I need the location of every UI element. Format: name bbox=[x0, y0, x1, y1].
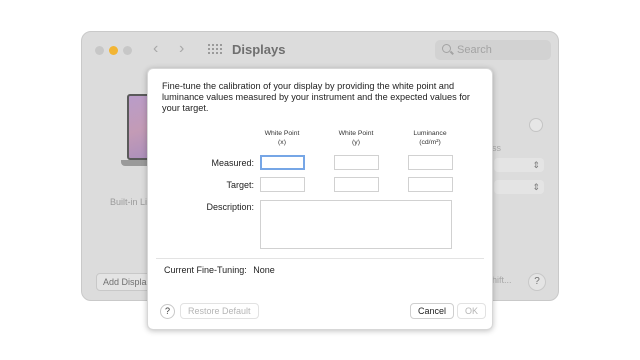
add-display-button[interactable]: Add Displa bbox=[96, 273, 154, 291]
partial-label: ss bbox=[492, 143, 501, 153]
search-placeholder: Search bbox=[457, 44, 492, 56]
window-title: Displays bbox=[232, 42, 286, 57]
target-white-point-x-field[interactable] bbox=[260, 177, 305, 192]
night-shift-button[interactable]: hift... bbox=[492, 275, 512, 285]
cancel-button[interactable]: Cancel bbox=[410, 303, 455, 319]
close-window-icon[interactable] bbox=[95, 46, 104, 55]
window-help-button[interactable]: ? bbox=[528, 273, 546, 291]
column-header-luminance: Luminance (cd/m²) bbox=[413, 130, 447, 146]
current-fine-tuning-value: None bbox=[253, 265, 275, 275]
current-fine-tuning: Current Fine-Tuning: None bbox=[164, 265, 275, 275]
intro-text: Fine-tune the calibration of your displa… bbox=[162, 81, 470, 113]
column-header-white-point-y: White Point (y) bbox=[338, 130, 374, 146]
target-white-point-y-field[interactable] bbox=[334, 177, 379, 192]
search-icon bbox=[442, 44, 451, 53]
measured-label: Measured: bbox=[211, 158, 254, 168]
back-arrow-icon[interactable]: ‹ bbox=[153, 40, 158, 58]
measured-white-point-y-field[interactable] bbox=[334, 155, 379, 170]
description-field[interactable] bbox=[260, 200, 452, 249]
divider bbox=[156, 258, 484, 259]
restore-default-button[interactable]: Restore Default bbox=[180, 303, 259, 319]
forward-arrow-icon[interactable]: › bbox=[179, 40, 184, 58]
resolution-popup[interactable]: ⇕ bbox=[494, 158, 544, 172]
minimize-window-icon[interactable] bbox=[109, 46, 118, 55]
show-all-grid-icon[interactable] bbox=[208, 44, 222, 54]
search-field[interactable]: Search bbox=[435, 40, 551, 60]
builtin-display-label: Built-in Li bbox=[110, 197, 148, 207]
help-button[interactable]: ? bbox=[160, 304, 175, 319]
refresh-popup[interactable]: ⇕ bbox=[494, 180, 544, 194]
description-label: Description: bbox=[206, 202, 254, 212]
brightness-slider-knob[interactable] bbox=[529, 118, 543, 132]
ok-button[interactable]: OK bbox=[457, 303, 487, 319]
target-luminance-field[interactable] bbox=[408, 177, 453, 192]
measured-white-point-x-field[interactable] bbox=[260, 155, 305, 170]
zoom-window-icon[interactable] bbox=[123, 46, 132, 55]
fine-tune-calibration-sheet: Fine-tune the calibration of your displa… bbox=[147, 68, 493, 330]
current-fine-tuning-label: Current Fine-Tuning: bbox=[164, 265, 247, 275]
measured-luminance-field[interactable] bbox=[408, 155, 453, 170]
window-toolbar: ‹ › Displays Search bbox=[82, 32, 558, 68]
column-header-white-point-x: White Point (x) bbox=[264, 130, 300, 146]
target-label: Target: bbox=[226, 180, 254, 190]
